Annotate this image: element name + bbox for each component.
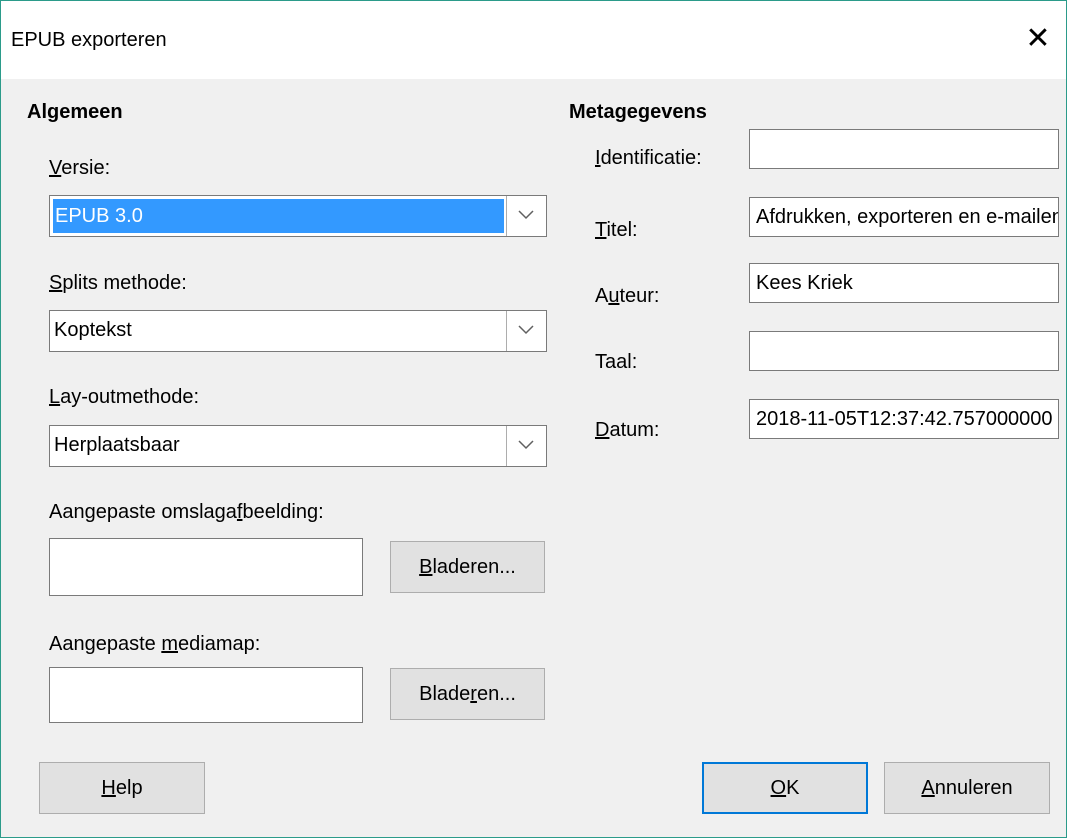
chevron-down-icon[interactable] bbox=[506, 196, 546, 236]
split-method-label: Splits methode: bbox=[49, 272, 187, 294]
author-label: Auteur: bbox=[595, 285, 660, 307]
version-dropdown[interactable]: EPUB 3.0 bbox=[49, 195, 547, 237]
identification-label: Identificatie: bbox=[595, 147, 702, 169]
ok-button[interactable]: OK bbox=[702, 762, 868, 814]
author-input[interactable]: Kees Kriek bbox=[749, 263, 1059, 303]
epub-export-dialog: EPUB exporteren ✕ Algemeen Versie: EPUB … bbox=[0, 0, 1067, 838]
cancel-button[interactable]: Annuleren bbox=[884, 762, 1050, 814]
dialog-title: EPUB exporteren bbox=[11, 29, 167, 51]
layout-method-value: Herplaatsbaar bbox=[54, 434, 180, 456]
cover-image-label: Aangepaste omslagafbeelding: bbox=[49, 501, 324, 523]
media-folder-label: Aangepaste mediamap: bbox=[49, 633, 261, 655]
identification-input[interactable] bbox=[749, 129, 1059, 169]
language-label: Taal: bbox=[595, 351, 638, 373]
date-input[interactable]: 2018-11-05T12:37:42.757000000 bbox=[749, 399, 1059, 439]
layout-method-label: Lay-outmethode: bbox=[49, 386, 200, 408]
date-label: Datum: bbox=[595, 419, 660, 441]
chevron-down-icon[interactable] bbox=[506, 311, 546, 351]
browse-cover-button[interactable]: Bladeren... bbox=[390, 541, 545, 593]
general-heading: Algemeen bbox=[27, 101, 123, 123]
language-input[interactable] bbox=[749, 331, 1059, 371]
help-button[interactable]: Help bbox=[39, 762, 205, 814]
browse-media-button[interactable]: Bladeren... bbox=[390, 668, 545, 720]
layout-method-dropdown[interactable]: Herplaatsbaar bbox=[49, 425, 547, 467]
title-input[interactable]: Afdrukken, exporteren en e-mailen bbox=[749, 197, 1059, 237]
split-method-dropdown[interactable]: Koptekst bbox=[49, 310, 547, 352]
version-value: EPUB 3.0 bbox=[53, 199, 504, 233]
chevron-down-icon[interactable] bbox=[506, 426, 546, 466]
cover-image-field[interactable] bbox=[49, 538, 363, 596]
title-bar: EPUB exporteren ✕ bbox=[1, 1, 1066, 79]
title-label: Titel: bbox=[595, 219, 638, 241]
media-folder-field[interactable] bbox=[49, 667, 363, 723]
split-method-value: Koptekst bbox=[54, 319, 132, 341]
metadata-heading: Metagegevens bbox=[569, 101, 707, 123]
version-label: Versie: bbox=[49, 157, 111, 179]
close-icon[interactable]: ✕ bbox=[1022, 23, 1054, 55]
